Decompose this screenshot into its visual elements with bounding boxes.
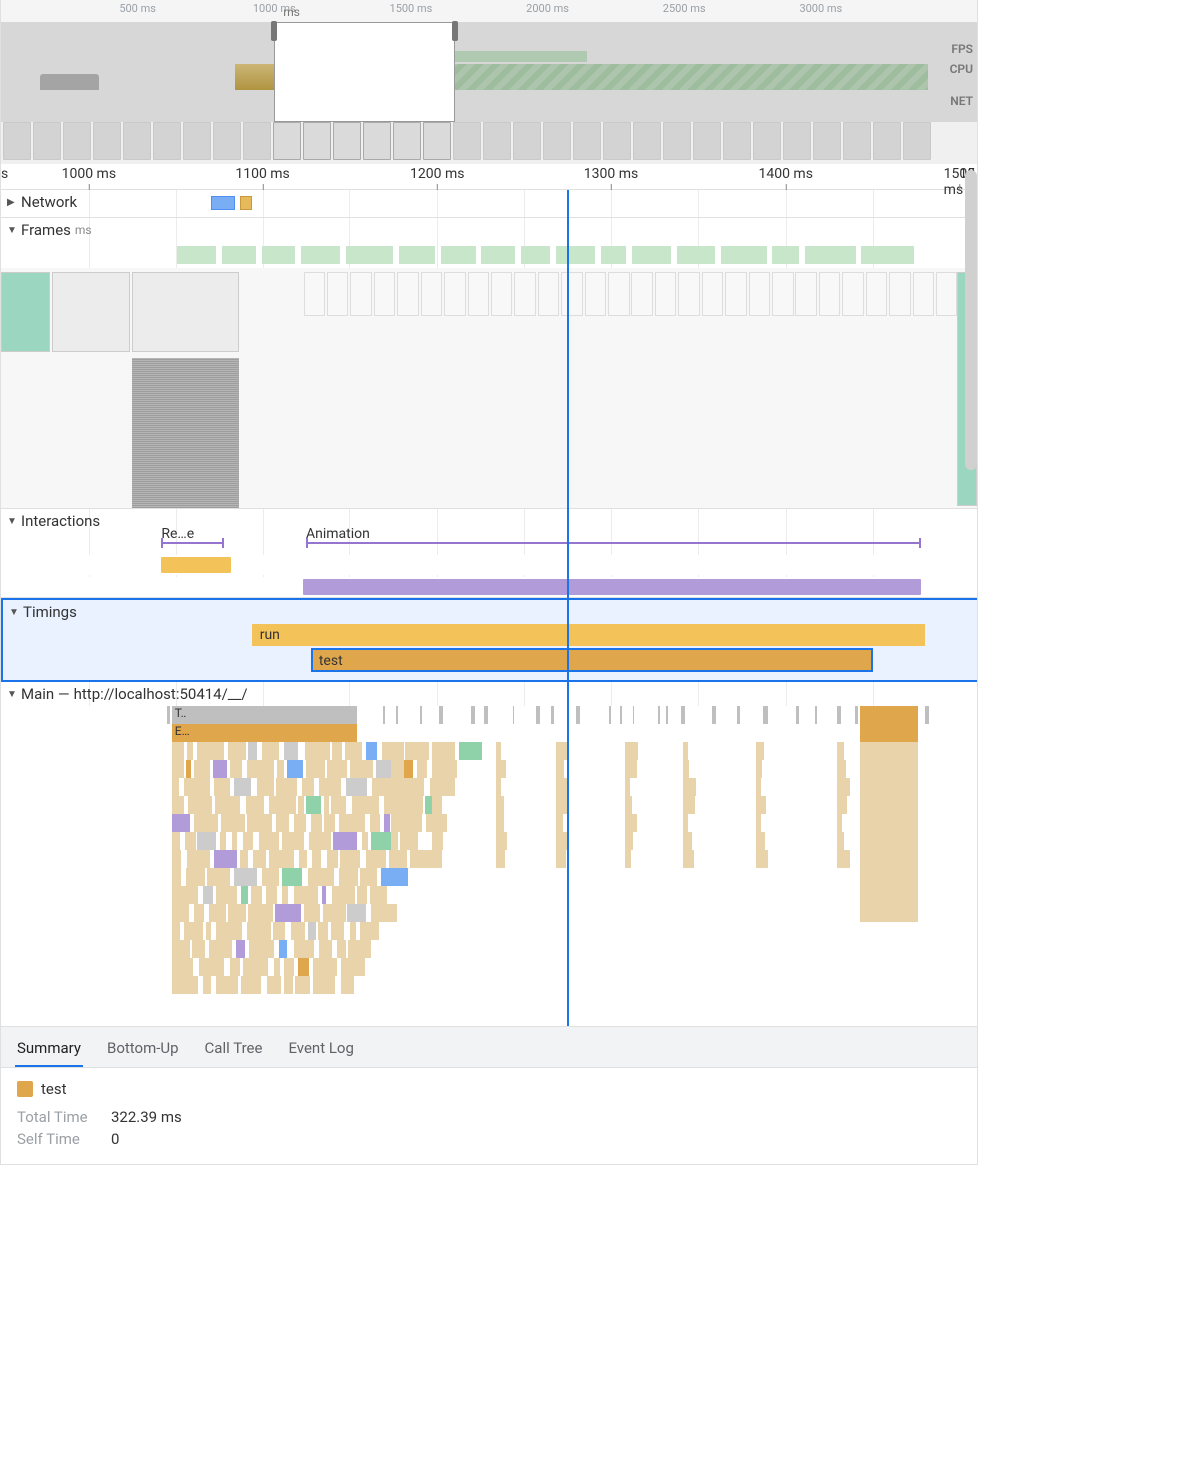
interaction-span[interactable]: Re…e [161,542,224,544]
frame-thumbnail[interactable] [52,272,130,352]
tracks-area: ▶ Network ▼ Frames ms [1,190,977,1026]
frame-thumbnail[interactable] [132,272,239,352]
vertical-scrollbar[interactable] [965,170,977,470]
overview-thumbnails[interactable] [1,122,977,164]
summary-self-time-label: Self Time [17,1130,97,1148]
overview-handle-left[interactable] [271,21,277,41]
interactions-spans[interactable]: Re…e Animation [1,533,977,553]
chevron-down-icon: ▼ [7,689,17,700]
overview-body[interactable]: FPS CPU NET [1,22,977,122]
track-network: ▶ Network [1,190,977,218]
frame-thumbnail[interactable] [1,272,50,352]
overview-tick: 2000 ms [526,2,569,15]
track-label: Frames [21,221,71,239]
track-label: Interactions [21,512,100,530]
track-main: ▼ Main — http://localhost:50414/__/ T…E… [1,682,977,1026]
interaction-span-label: Re…e [161,526,194,542]
track-label: Network [21,193,77,211]
track-interactions: ▼ Interactions Re…e Animation ▶ Input [1,509,977,598]
summary-content: test Total Time 322.39 ms Self Time 0 [1,1068,977,1164]
summary-total-time-label: Total Time [17,1108,97,1126]
time-ruler[interactable]: s 1000 ms 1100 ms 1200 ms 1300 ms 1400 m… [1,164,977,190]
frames-bars[interactable] [1,242,977,268]
flame-chart[interactable]: T…E… [1,706,977,1026]
track-frames: ▼ Frames ms [1,218,977,509]
tab-event-log[interactable]: Event Log [286,1033,355,1067]
frames-postfix: ms [75,223,92,237]
animation-bar[interactable] [303,579,922,595]
interaction-span-label: Animation [306,526,370,542]
overview-tick: 2500 ms [663,2,706,15]
overview-window[interactable]: ms [274,22,455,122]
tab-bottom-up[interactable]: Bottom-Up [105,1033,181,1067]
track-timings: ▼ Timings run test [1,598,977,682]
network-request-bar[interactable] [211,194,252,212]
timing-bar-label: test [311,653,343,669]
track-header-network[interactable]: ▶ Network [1,190,977,214]
performance-panel: 500 ms 1000 ms 1500 ms 2000 ms 2500 ms 3… [0,0,978,1165]
input-bar[interactable] [161,557,231,573]
summary-name: test [41,1080,67,1098]
scroll-container: 500 ms 1000 ms 1500 ms 2000 ms 2500 ms 3… [1,0,977,1026]
interaction-span[interactable]: Animation [306,542,921,544]
overview-dim-right[interactable] [455,22,977,122]
overview-tick: 500 ms [119,2,156,15]
tab-call-tree[interactable]: Call Tree [203,1033,265,1067]
track-animation: ▶ Animation [1,575,977,597]
chevron-right-icon: ▶ [7,197,17,208]
details-tabs: Summary Bottom-Up Call Tree Event Log [1,1027,977,1068]
track-header-main[interactable]: ▼ Main — http://localhost:50414/__/ [1,682,977,706]
ruler-tick: 1200 ms [410,166,464,182]
track-header-interactions[interactable]: ▼ Interactions [1,509,977,533]
chevron-down-icon: ▼ [7,516,17,527]
details-panel: Summary Bottom-Up Call Tree Event Log te… [1,1026,977,1164]
summary-swatch [17,1081,33,1097]
ruler-partial-left: s [1,166,8,182]
chevron-down-icon: ▼ [7,225,17,236]
ruler-tick: 1100 ms [235,166,289,182]
overview-dim-left[interactable] [1,22,274,122]
overview-handle-right[interactable] [452,21,458,41]
overview-window-label: ms [283,5,300,19]
track-input: ▶ Input [1,553,977,575]
main-url: http://localhost:50414/__/ [74,685,248,703]
ruler-tick: 1300 ms [584,166,638,182]
timing-bar-test[interactable]: test [311,650,873,672]
track-header-timings[interactable]: ▼ Timings [3,600,977,624]
overview-strip[interactable]: 500 ms 1000 ms 1500 ms 2000 ms 2500 ms 3… [1,0,977,164]
tab-summary[interactable]: Summary [15,1033,83,1067]
summary-self-time-value: 0 [111,1130,119,1148]
chevron-down-icon: ▼ [9,607,19,618]
frame-thumbnail-dark[interactable] [132,358,239,508]
ruler-tick: 1000 ms [62,166,116,182]
frames-thumbnails[interactable] [1,268,977,508]
ruler-tick: 1400 ms [758,166,812,182]
overview-tick: 3000 ms [799,2,842,15]
track-label: Timings [23,603,77,621]
overview-ruler: 500 ms 1000 ms 1500 ms 2000 ms 2500 ms 3… [1,0,977,22]
track-label-prefix: Main — [21,685,70,703]
timing-bar-run[interactable]: run [252,624,925,646]
track-header-frames[interactable]: ▼ Frames ms [1,218,977,242]
timing-bar-label: run [252,627,280,643]
summary-total-time-value: 322.39 ms [111,1108,182,1126]
overview-tick: 1500 ms [390,2,433,15]
